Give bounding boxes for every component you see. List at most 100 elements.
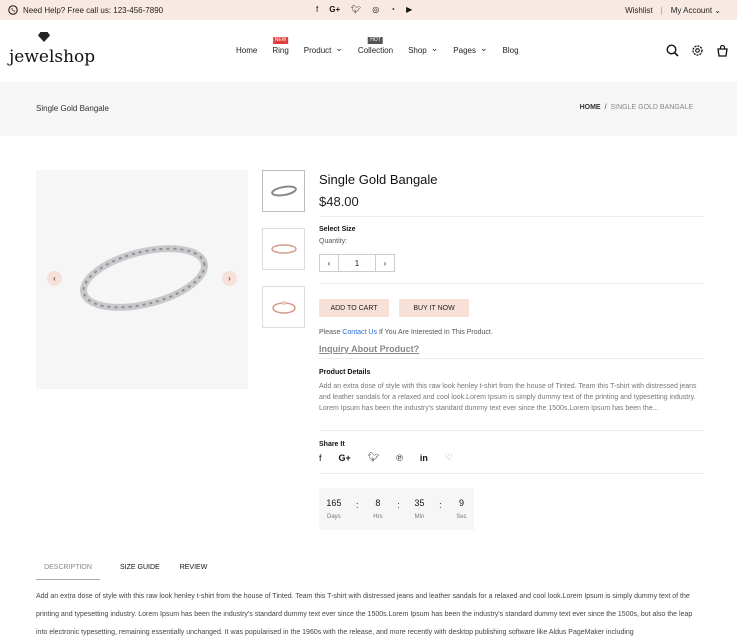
- breadcrumb: HOME / SINGLE GOLD BANGALE: [580, 104, 693, 111]
- nav-item-label: Product: [303, 46, 332, 55]
- rss-icon[interactable]: ◔: [390, 5, 395, 14]
- divider: [319, 430, 703, 431]
- timer-sec-label: Sec: [456, 514, 467, 520]
- facebook-icon[interactable]: f: [316, 5, 318, 14]
- quantity-label: Quantity:: [319, 238, 348, 245]
- decrease-quantity-button[interactable]: ‹: [320, 255, 338, 271]
- timer-sec: 9: [458, 498, 464, 508]
- nav-item-home[interactable]: Home: [236, 46, 257, 55]
- tab-size-guide[interactable]: SIZE GUIDE: [120, 564, 160, 580]
- main-nav: Home Ring NEW Product ⌄ Collection HOT Shop ⌄ Pag…: [236, 37, 519, 55]
- youtube-icon[interactable]: ▶: [406, 5, 412, 14]
- google-plus-share-icon[interactable]: G+: [339, 453, 351, 463]
- product-thumbnails: [262, 170, 305, 328]
- contact-note: Please Contact Us If You Are Interested …: [319, 329, 493, 336]
- timer-days: 165: [326, 498, 342, 508]
- timer-days-label: Days: [327, 514, 341, 520]
- product-tabs: DESCRIPTION SIZE GUIDE REVIEW: [36, 564, 207, 580]
- nav-item-label: Home: [236, 46, 258, 55]
- wishlist-link[interactable]: Wishlist: [625, 6, 653, 15]
- timer-separator: :: [397, 500, 400, 510]
- bracelet-thumbnail-image: [270, 244, 297, 254]
- thumbnail-1[interactable]: [262, 170, 305, 212]
- increase-quantity-button[interactable]: ›: [376, 255, 394, 271]
- whatsapp-icon: [8, 5, 18, 15]
- search-icon[interactable]: [666, 44, 679, 57]
- nav-item-collection[interactable]: Collection HOT: [357, 37, 394, 55]
- timer-min: 35: [414, 498, 425, 508]
- nav-item-pages[interactable]: Pages ⌄: [453, 43, 488, 55]
- contact-us-link[interactable]: Contact Us: [342, 329, 377, 336]
- product-details-heading: Product Details: [319, 369, 371, 376]
- topbar-separator: |: [660, 6, 663, 15]
- timer-separator: :: [439, 500, 442, 510]
- page-banner: Single Gold Bangale HOME / SINGLE GOLD B…: [0, 82, 737, 136]
- breadcrumb-current: SINGLE GOLD BANGALE: [610, 104, 693, 111]
- product-title: Single Gold Bangale: [319, 172, 438, 187]
- help-info: Need Help? Free call us: 123-456-7890: [8, 5, 163, 15]
- linkedin-share-icon[interactable]: in: [420, 453, 428, 463]
- nav-item-label: Ring: [272, 46, 289, 55]
- next-image-button[interactable]: ›: [222, 271, 237, 286]
- instagram-icon[interactable]: ◎: [372, 5, 379, 14]
- nav-item-label: Blog: [502, 46, 519, 55]
- diamond-logo-icon: [38, 32, 50, 42]
- chevron-down-icon: ⌄: [714, 6, 721, 15]
- nav-item-label: Collection: [357, 46, 394, 55]
- settings-icon[interactable]: [691, 44, 704, 57]
- my-account-link[interactable]: My Account ⌄: [671, 6, 721, 15]
- twitter-icon[interactable]: 🐦︎: [351, 5, 361, 14]
- timer-min-label: Min: [414, 514, 425, 520]
- heart-icon[interactable]: ♡: [445, 452, 453, 463]
- facebook-share-icon[interactable]: f: [319, 453, 322, 463]
- top-bar: Need Help? Free call us: 123-456-7890 f …: [0, 0, 737, 20]
- nav-item-ring[interactable]: Ring NEW: [272, 37, 289, 55]
- timer-separator: :: [356, 500, 359, 510]
- chevron-down-icon: ⌄: [430, 43, 439, 53]
- twitter-share-icon[interactable]: 🐦︎: [368, 452, 379, 463]
- divider: [319, 358, 703, 359]
- prev-image-button[interactable]: ‹: [47, 271, 62, 286]
- thumbnail-2[interactable]: [262, 228, 305, 270]
- breadcrumb-separator: /: [604, 104, 607, 111]
- social-links: f G+ 🐦︎ ◎ ◔ ▶: [316, 5, 412, 14]
- rose-ring-thumbnail-image: [271, 301, 296, 314]
- site-header: jewelshop Home Ring NEW Product ⌄ Collection H…: [0, 20, 737, 82]
- nav-item-product[interactable]: Product ⌄: [303, 43, 343, 55]
- google-plus-icon[interactable]: G+: [329, 5, 340, 14]
- timer-hrs-label: Hrs: [373, 514, 383, 520]
- tab-description[interactable]: DESCRIPTION: [36, 564, 100, 580]
- nav-item-label: Pages: [453, 46, 476, 55]
- breadcrumb-home[interactable]: HOME: [580, 104, 601, 111]
- description-text: Add an extra dose of style with this raw…: [36, 593, 693, 636]
- tab-review[interactable]: REVIEW: [180, 564, 208, 580]
- select-size-label: Select Size: [319, 226, 356, 233]
- product-main-image: ‹ ›: [36, 170, 248, 389]
- logo[interactable]: jewelshop: [9, 47, 95, 67]
- chevron-down-icon: ⌄: [479, 43, 488, 53]
- share-links: f G+ 🐦︎ ℗ in ♡: [319, 452, 453, 463]
- inquiry-link[interactable]: Inquiry About Product?: [319, 344, 419, 354]
- nav-badge: HOT: [368, 37, 383, 44]
- share-heading: Share It: [319, 441, 345, 448]
- product-details-text: Add an extra dose of style with this raw…: [319, 383, 697, 412]
- divider: [319, 473, 703, 474]
- buy-now-button[interactable]: BUY IT NOW: [399, 299, 469, 317]
- countdown-timer: 165 Days : 8 Hrs : 35 Min : 9 Sec: [319, 488, 474, 530]
- ring-image: [80, 245, 208, 311]
- nav-item-shop[interactable]: Shop ⌄: [408, 43, 439, 55]
- timer-hrs: 8: [375, 498, 381, 508]
- quantity-stepper: ‹ 1 ›: [319, 254, 395, 272]
- help-text: Need Help? Free call us: 123-456-7890: [23, 5, 164, 15]
- pinterest-share-icon[interactable]: ℗: [396, 453, 403, 463]
- cart-icon[interactable]: [716, 44, 729, 57]
- divider: [319, 216, 703, 217]
- ring-thumbnail-image: [270, 185, 297, 197]
- quantity-input[interactable]: 1: [338, 255, 376, 271]
- divider: [319, 283, 703, 284]
- add-to-cart-button[interactable]: ADD TO CART: [319, 299, 389, 317]
- chevron-down-icon: ⌄: [335, 43, 343, 53]
- nav-item-blog[interactable]: Blog: [503, 46, 519, 55]
- nav-item-label: Shop: [408, 46, 427, 55]
- thumbnail-3[interactable]: [262, 286, 305, 328]
